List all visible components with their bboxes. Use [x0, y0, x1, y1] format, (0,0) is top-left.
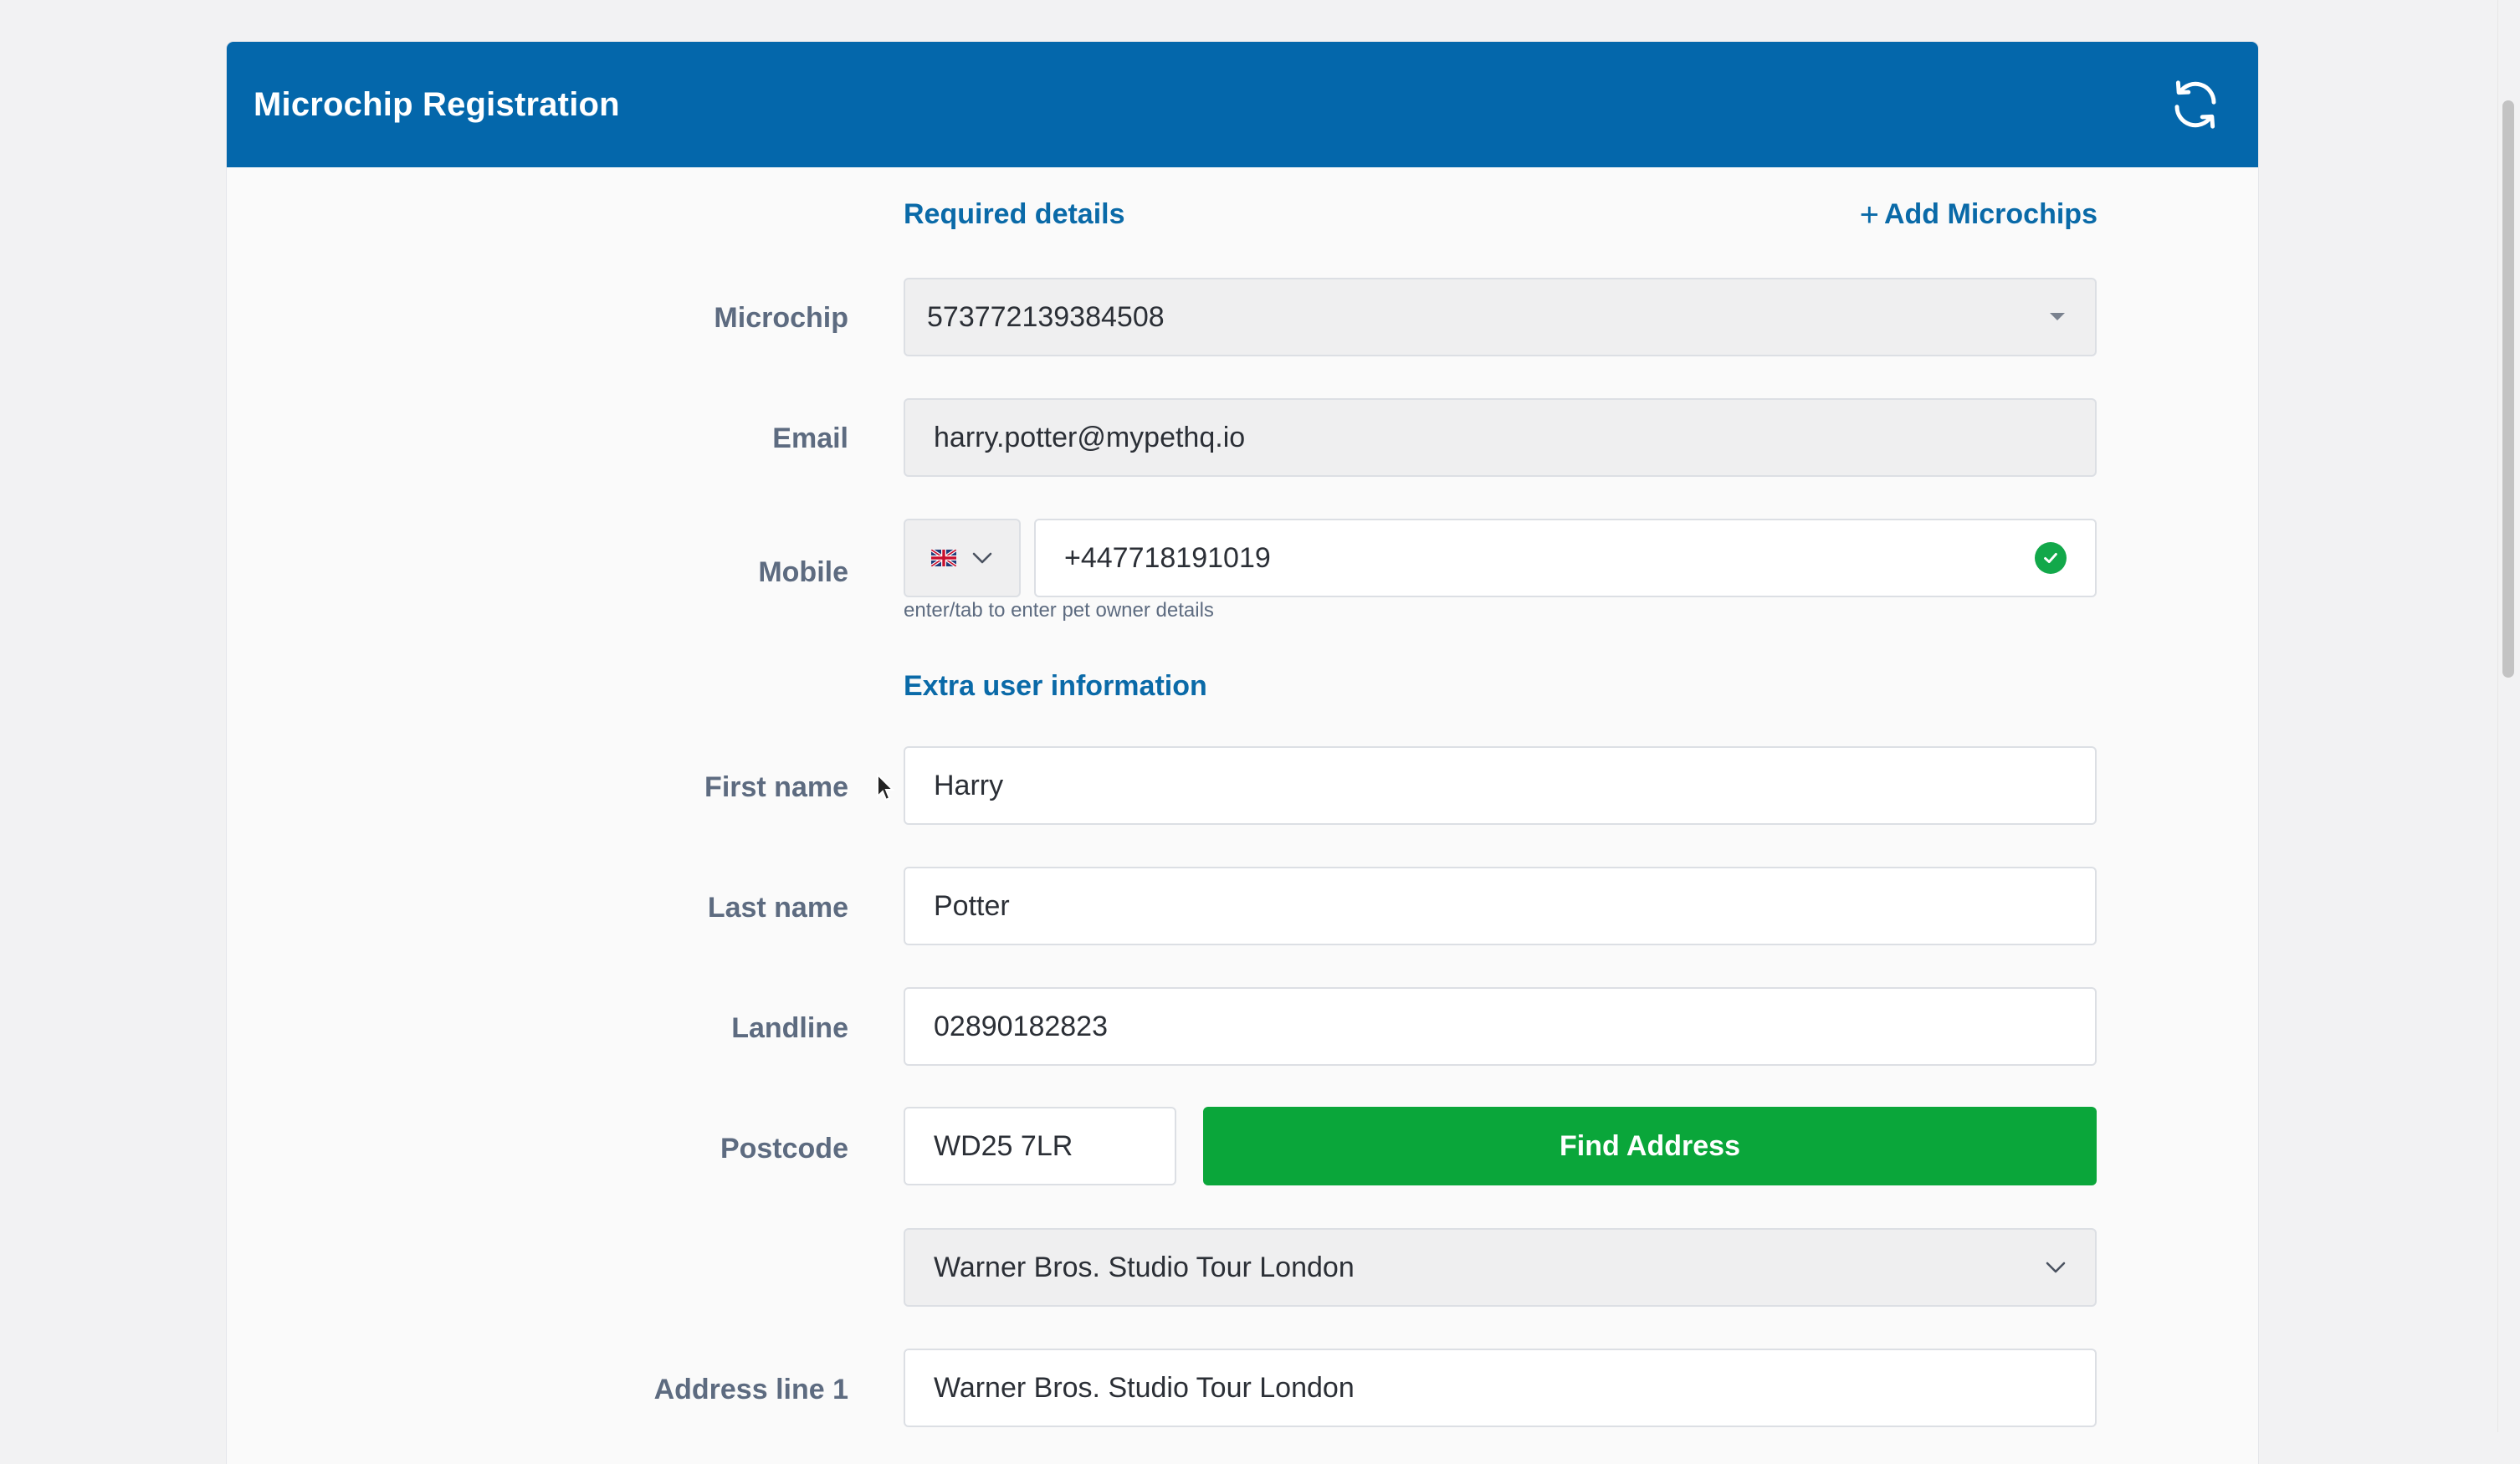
address-line1-field[interactable]: Warner Bros. Studio Tour London	[904, 1349, 2097, 1427]
postcode-label: Postcode	[720, 1133, 848, 1165]
page: Microchip Registration Required details …	[0, 0, 2520, 1464]
scrollbar-thumb[interactable]	[2502, 100, 2514, 678]
microchip-value: 573772139384508	[927, 300, 1165, 333]
email-field[interactable]: harry.potter@mypethq.io	[904, 398, 2097, 477]
check-circle-icon	[2035, 542, 2067, 574]
refresh-icon	[2174, 80, 2216, 129]
last-name-value: Potter	[934, 889, 1010, 922]
country-code-select[interactable]	[904, 519, 1021, 597]
find-address-button[interactable]: Find Address	[1203, 1107, 2097, 1185]
page-title: Microchip Registration	[254, 85, 620, 123]
chevron-down-icon	[2046, 1262, 2066, 1273]
plus-icon: +	[1859, 196, 1879, 233]
first-name-field[interactable]: Harry	[904, 746, 2097, 825]
microchip-select[interactable]: 573772139384508	[904, 278, 2097, 356]
mobile-hint: enter/tab to enter pet owner details	[904, 599, 1214, 622]
landline-field[interactable]: 02890182823	[904, 987, 2097, 1066]
address-line1-value: Warner Bros. Studio Tour London	[934, 1371, 1355, 1404]
mobile-value: +447718191019	[1064, 541, 1271, 574]
extra-info-heading: Extra user information	[904, 670, 1207, 702]
microchip-label: Microchip	[714, 302, 848, 334]
first-name-value: Harry	[934, 769, 1004, 801]
mouse-cursor-icon	[877, 773, 894, 801]
email-label: Email	[772, 422, 848, 454]
email-value: harry.potter@mypethq.io	[934, 421, 1246, 453]
last-name-label: Last name	[707, 892, 848, 924]
address-select-value: Warner Bros. Studio Tour London	[934, 1251, 1355, 1283]
uk-flag-icon	[931, 550, 956, 566]
add-microchips-label: Add Microchips	[1883, 198, 2097, 230]
mobile-label: Mobile	[758, 556, 848, 588]
landline-value: 02890182823	[934, 1010, 1109, 1042]
postcode-value: WD25 7LR	[934, 1129, 1073, 1162]
chevron-down-icon	[972, 552, 992, 564]
address-select[interactable]: Warner Bros. Studio Tour London	[904, 1228, 2097, 1307]
refresh-button[interactable]	[2166, 75, 2225, 134]
last-name-field[interactable]: Potter	[904, 867, 2097, 945]
card-header: Microchip Registration	[227, 42, 2258, 167]
postcode-field[interactable]: WD25 7LR	[904, 1107, 1176, 1185]
first-name-label: First name	[704, 771, 848, 803]
scrollbar[interactable]	[2497, 0, 2520, 1432]
required-details-heading: Required details	[904, 198, 1125, 230]
add-microchips-link[interactable]: + Add Microchips	[1859, 196, 2097, 233]
caret-down-icon	[2050, 313, 2065, 320]
landline-label: Landline	[731, 1012, 848, 1044]
address-line1-label: Address line 1	[653, 1374, 848, 1405]
mobile-field[interactable]: +447718191019	[1034, 519, 2097, 597]
